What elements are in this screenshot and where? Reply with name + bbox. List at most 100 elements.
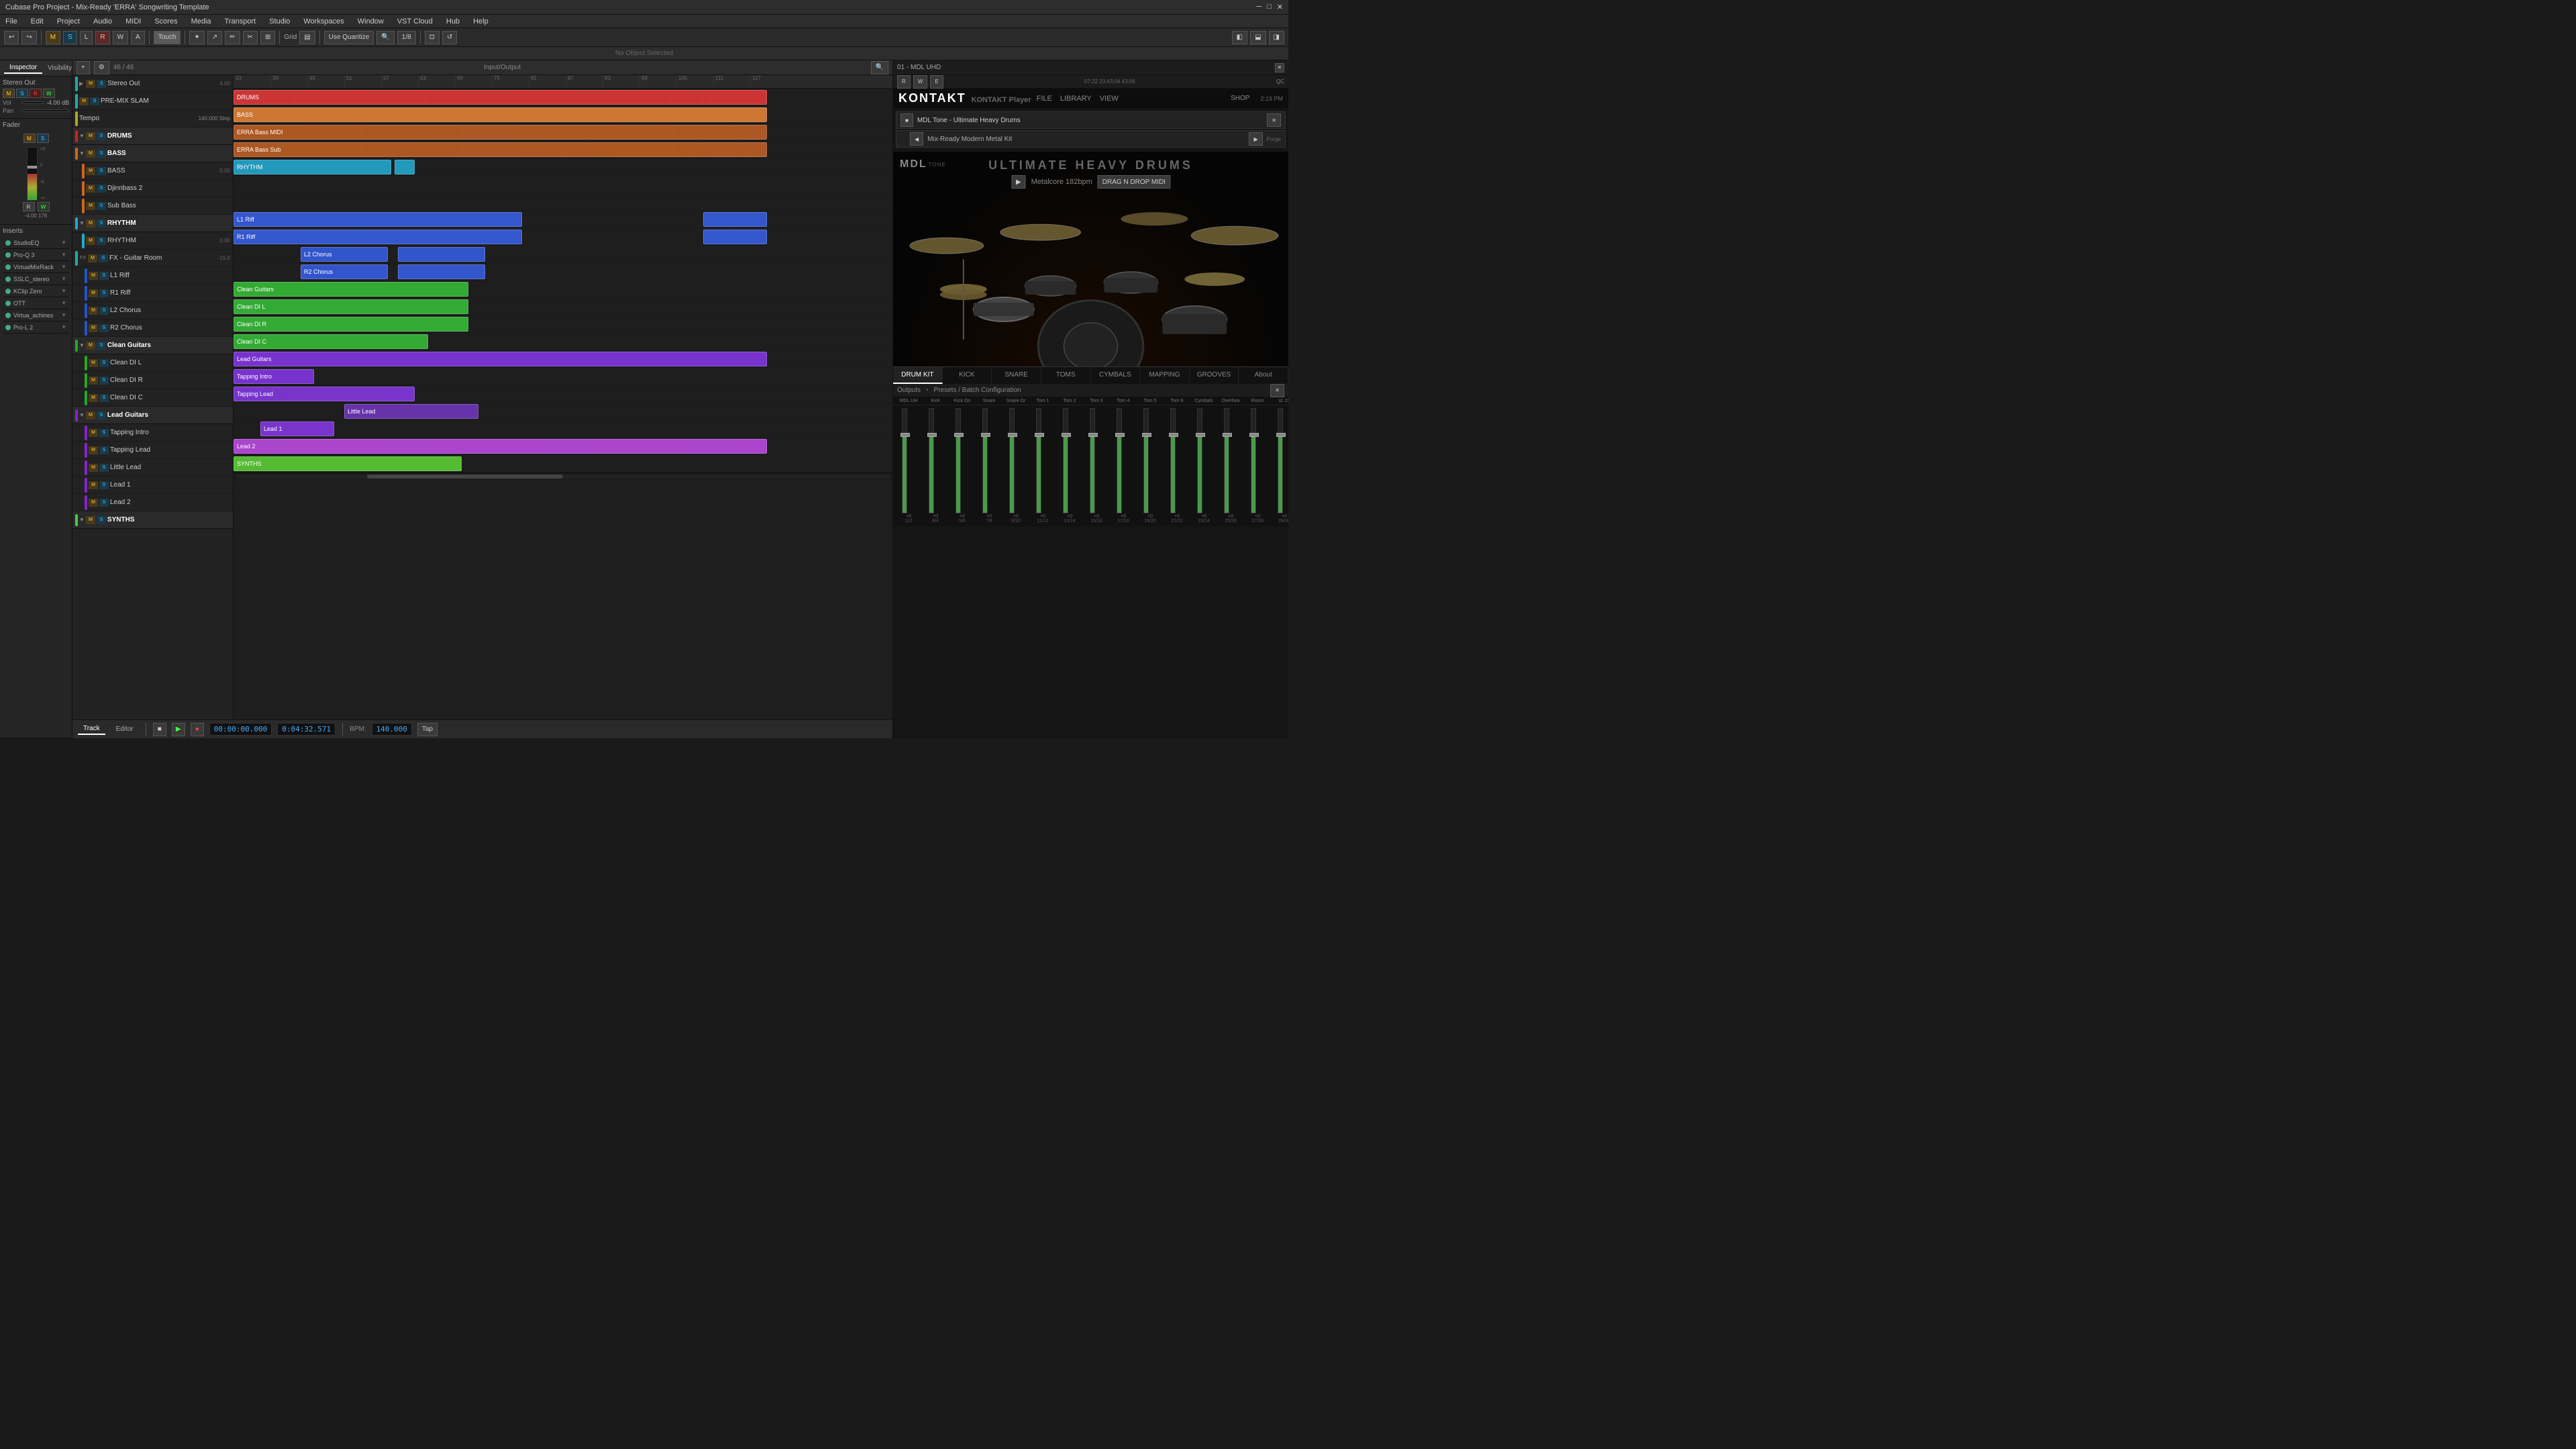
track-djinnbass[interactable]: M S Djinnbass 2: [72, 180, 233, 197]
ch-fader-4[interactable]: [982, 408, 988, 513]
track-m[interactable]: M: [89, 464, 98, 472]
drum-tab-snare[interactable]: SNARE: [992, 367, 1041, 384]
menu-project[interactable]: Project: [54, 16, 83, 27]
rack-preset-prev[interactable]: ◀: [910, 132, 923, 146]
kontakt-nav-library[interactable]: LIBRARY: [1060, 95, 1092, 103]
track-cleandir[interactable]: M S Clean DI R: [72, 372, 233, 389]
track-m[interactable]: M: [86, 150, 95, 158]
rack-preset-next[interactable]: ▶: [1249, 132, 1262, 146]
track-s-btn[interactable]: S: [16, 89, 28, 98]
insert-ott[interactable]: OTT▼: [3, 297, 69, 309]
track-m[interactable]: M: [86, 411, 95, 419]
track-s[interactable]: S: [97, 237, 106, 245]
track-m[interactable]: M: [89, 446, 98, 454]
menu-window[interactable]: Window: [355, 16, 387, 27]
track-r2-chorus[interactable]: M S R2 Chorus: [72, 319, 233, 337]
play-btn[interactable]: ▶: [172, 723, 185, 736]
track-s[interactable]: S: [99, 324, 109, 332]
clip-lead1[interactable]: Lead 1: [260, 421, 334, 436]
menu-file[interactable]: File: [3, 16, 20, 27]
clip-clean-dil[interactable]: Clean DI L: [234, 299, 468, 314]
menu-vstcloud[interactable]: VST Cloud: [395, 16, 435, 27]
tool-1[interactable]: ✦: [189, 31, 204, 44]
track-r1-riff[interactable]: M S R1 Riff: [72, 285, 233, 302]
vu-handle[interactable]: [28, 166, 37, 168]
drum-tab-toms[interactable]: TOMS: [1041, 367, 1091, 384]
track-m[interactable]: M: [89, 499, 98, 507]
clip-rhythm-1[interactable]: RHYTHM: [234, 160, 391, 174]
kontakt-close[interactable]: ✕: [1275, 63, 1284, 72]
track-tapping-lead[interactable]: M S Tapping Lead: [72, 442, 233, 459]
ch-fader-1[interactable]: [902, 408, 907, 513]
track-synths-group[interactable]: ▼ M S SYNTHS: [72, 511, 233, 529]
minimize-btn[interactable]: ─: [1256, 3, 1261, 11]
pan-fader[interactable]: [21, 109, 69, 112]
kont-r[interactable]: R: [897, 75, 911, 89]
fader-r-btn[interactable]: R: [23, 202, 35, 211]
clip-tapping-intro[interactable]: Tapping Intro: [234, 369, 314, 384]
undo-btn[interactable]: ↩: [4, 31, 19, 44]
track-s[interactable]: S: [97, 411, 106, 419]
clip-little-lead[interactable]: Little Lead: [344, 404, 478, 419]
menu-hub[interactable]: Hub: [444, 16, 462, 27]
clip-erra-bass-sub[interactable]: ERRA Bass Sub: [234, 142, 767, 157]
menu-transport[interactable]: Transport: [222, 16, 259, 27]
track-s[interactable]: S: [97, 219, 106, 228]
track-cleandil[interactable]: M S Clean DI L: [72, 354, 233, 372]
ch-fader-3[interactable]: [956, 408, 961, 513]
track-lead2[interactable]: M S Lead 2: [72, 494, 233, 511]
track-s[interactable]: S: [97, 185, 106, 193]
track-settings-btn[interactable]: ⚙: [94, 61, 109, 74]
clip-r1-riff-2[interactable]: [703, 230, 767, 244]
close-btn[interactable]: ✕: [1277, 3, 1283, 11]
drum-tab-kit[interactable]: DRUM KIT: [893, 367, 943, 384]
track-m[interactable]: M: [86, 219, 95, 228]
track-s[interactable]: S: [97, 167, 106, 175]
kontakt-shop[interactable]: SHOP: [1231, 95, 1249, 102]
rack-power[interactable]: ■: [900, 113, 913, 127]
track-s[interactable]: S: [97, 202, 106, 210]
track-cleandic[interactable]: M S Clean DI C: [72, 389, 233, 407]
insert-virtua[interactable]: Virtua_achines▼: [3, 309, 69, 321]
menu-studio[interactable]: Studio: [266, 16, 293, 27]
drum-tab-mapping[interactable]: MAPPING: [1140, 367, 1190, 384]
clip-erra-bass-midi[interactable]: ERRA Bass MIDI: [234, 125, 767, 140]
track-m[interactable]: M: [86, 132, 95, 140]
track-premix[interactable]: M S PRE-MIX SLAM: [72, 93, 233, 110]
track-s[interactable]: S: [99, 377, 109, 385]
clip-l2-chorus-2[interactable]: [398, 247, 485, 262]
tab-track[interactable]: Track: [78, 723, 105, 735]
mode-m[interactable]: M: [46, 31, 60, 44]
rack-close[interactable]: ✕: [1267, 113, 1281, 127]
clip-r2-chorus-2[interactable]: [398, 264, 485, 279]
mode-s[interactable]: S: [63, 31, 77, 44]
tool-5[interactable]: ⊞: [260, 31, 275, 44]
track-m[interactable]: M: [89, 429, 98, 437]
kontakt-nav-view[interactable]: VIEW: [1100, 95, 1119, 103]
snap-btn[interactable]: ⊡: [425, 31, 440, 44]
clip-drums[interactable]: DRUMS: [234, 90, 767, 105]
track-lead-group[interactable]: ▼ M S Lead Guitars: [72, 407, 233, 424]
track-s[interactable]: S: [99, 499, 109, 507]
track-fx-guitar[interactable]: FX M S FX - Guitar Room -15.0: [72, 250, 233, 267]
clip-tapping-lead[interactable]: Tapping Lead: [234, 387, 415, 401]
track-s[interactable]: S: [99, 429, 109, 437]
mode-r[interactable]: R: [95, 31, 109, 44]
track-stereo-out[interactable]: ▶ M S Stereo Out 4.00: [72, 75, 233, 93]
track-lead1[interactable]: M S Lead 1: [72, 477, 233, 494]
clip-rhythm-2[interactable]: [395, 160, 415, 174]
track-m[interactable]: M: [86, 516, 95, 524]
rack-preset[interactable]: ◀ Mix-Ready Modern Metal Kit ▶ Purge: [896, 130, 1286, 148]
ch-fader-8[interactable]: [1090, 408, 1095, 513]
record-btn[interactable]: ●: [191, 723, 204, 736]
inspector-tab[interactable]: Inspector: [4, 62, 42, 74]
ch-fader-6[interactable]: [1036, 408, 1041, 513]
track-m[interactable]: M: [86, 167, 95, 175]
ch-fader-11[interactable]: [1170, 408, 1176, 513]
track-l2-chorus[interactable]: M S L2 Chorus: [72, 302, 233, 319]
volume-fader[interactable]: [21, 101, 44, 104]
insert-kclip[interactable]: KClip Zero▼: [3, 285, 69, 297]
fader-w-btn[interactable]: W: [38, 202, 50, 211]
insert-proq3[interactable]: Pro-Q 3▼: [3, 249, 69, 261]
quantize-btn[interactable]: Use Quantize: [324, 31, 374, 44]
